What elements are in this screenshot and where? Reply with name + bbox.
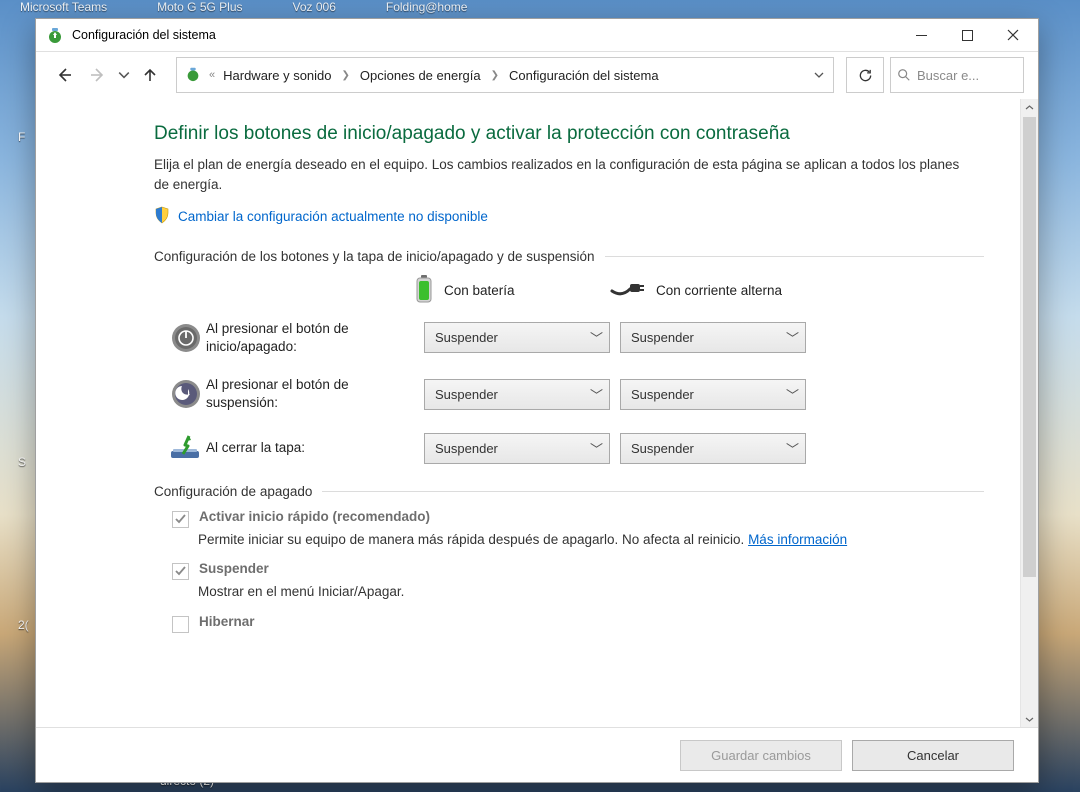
sleep-button-icon xyxy=(166,379,206,409)
close-button[interactable] xyxy=(990,20,1036,50)
row-label: Al presionar el botón de suspensión: xyxy=(206,376,424,412)
shield-icon xyxy=(154,206,170,227)
more-info-link[interactable]: Más información xyxy=(748,532,847,547)
nav-back-button[interactable] xyxy=(50,60,78,90)
lid-close-ac-select[interactable]: Suspender﹀ xyxy=(620,433,806,464)
scrollbar-thumb[interactable] xyxy=(1023,117,1036,577)
checkbox-label: Suspender xyxy=(199,561,269,576)
power-options-icon xyxy=(46,26,64,44)
chevron-down-icon: ﹀ xyxy=(786,328,799,347)
nav-history-dropdown[interactable] xyxy=(118,60,130,90)
control-panel-window: Configuración del sistema « Hardware y s… xyxy=(35,18,1039,783)
chevron-right-icon[interactable]: ❯ xyxy=(342,70,350,81)
chevron-down-icon: ﹀ xyxy=(786,439,799,458)
chevron-down-icon: ﹀ xyxy=(590,385,603,404)
breadcrumb-item[interactable]: Hardware y sonido xyxy=(223,68,331,83)
power-options-icon xyxy=(185,66,201,85)
chevron-right-icon[interactable]: ❯ xyxy=(491,70,499,81)
change-settings-link[interactable]: Cambiar la configuración actualmente no … xyxy=(178,209,488,224)
chevron-down-icon: ﹀ xyxy=(590,328,603,347)
titlebar: Configuración del sistema xyxy=(36,19,1038,52)
address-bar[interactable]: « Hardware y sonido ❯ Opciones de energí… xyxy=(176,57,834,93)
battery-icon xyxy=(414,274,434,308)
power-button-icon xyxy=(166,323,206,353)
desktop-top-labels: Microsoft Teams Moto G 5G Plus Voz 006 F… xyxy=(0,0,1080,18)
search-placeholder: Buscar e... xyxy=(917,68,979,83)
checkbox-label: Hibernar xyxy=(199,614,255,629)
page-description: Elija el plan de energía deseado en el e… xyxy=(154,155,974,196)
scroll-down-icon[interactable] xyxy=(1021,711,1038,728)
vertical-scrollbar[interactable] xyxy=(1020,99,1038,728)
chevron-down-icon: ﹀ xyxy=(786,385,799,404)
suspend-checkbox[interactable] xyxy=(172,563,189,580)
checkbox-label: Activar inicio rápido (recomendado) xyxy=(199,509,430,524)
row-label: Al presionar el botón de inicio/apagado: xyxy=(206,320,424,356)
section-title: Configuración de los botones y la tapa d… xyxy=(154,249,595,264)
sleep-button-battery-select[interactable]: Suspender﹀ xyxy=(424,379,610,410)
breadcrumb-overflow[interactable]: « xyxy=(209,69,215,81)
window-title: Configuración del sistema xyxy=(72,28,898,42)
address-dropdown[interactable] xyxy=(809,60,829,90)
maximize-button[interactable] xyxy=(944,20,990,50)
column-ac-label: Con corriente alterna xyxy=(656,283,782,299)
checkbox-description: Mostrar en el menú Iniciar/Apagar. xyxy=(198,582,958,602)
save-button[interactable]: Guardar cambios xyxy=(680,740,842,771)
hibernate-checkbox[interactable] xyxy=(172,616,189,633)
row-label: Al cerrar la tapa: xyxy=(206,439,424,457)
cancel-button[interactable]: Cancelar xyxy=(852,740,1014,771)
ac-plug-icon xyxy=(610,281,646,301)
page-title: Definir los botones de inicio/apagado y … xyxy=(154,123,984,145)
footer-bar: Guardar cambios Cancelar xyxy=(36,727,1038,782)
column-battery-label: Con batería xyxy=(444,283,515,299)
section-title: Configuración de apagado xyxy=(154,484,312,499)
power-button-ac-select[interactable]: Suspender﹀ xyxy=(620,322,806,353)
breadcrumb-item[interactable]: Configuración del sistema xyxy=(509,68,659,83)
content-area: Definir los botones de inicio/apagado y … xyxy=(36,99,1020,728)
navigation-bar: « Hardware y sonido ❯ Opciones de energí… xyxy=(36,52,1038,98)
sleep-button-ac-select[interactable]: Suspender﹀ xyxy=(620,379,806,410)
desktop-side-labels: F S 2( xyxy=(0,0,35,792)
lid-close-battery-select[interactable]: Suspender﹀ xyxy=(424,433,610,464)
breadcrumb-item[interactable]: Opciones de energía xyxy=(360,68,481,83)
search-icon xyxy=(897,68,911,82)
fast-startup-checkbox[interactable] xyxy=(172,511,189,528)
minimize-button[interactable] xyxy=(898,20,944,50)
nav-up-button[interactable] xyxy=(136,60,164,90)
refresh-button[interactable] xyxy=(846,57,884,93)
chevron-down-icon: ﹀ xyxy=(590,439,603,458)
scroll-up-icon[interactable] xyxy=(1021,99,1038,116)
search-input[interactable]: Buscar e... xyxy=(890,57,1024,93)
lid-close-icon xyxy=(166,435,206,461)
nav-forward-button[interactable] xyxy=(84,60,112,90)
power-button-battery-select[interactable]: Suspender﹀ xyxy=(424,322,610,353)
checkbox-description: Permite iniciar su equipo de manera más … xyxy=(198,530,958,550)
